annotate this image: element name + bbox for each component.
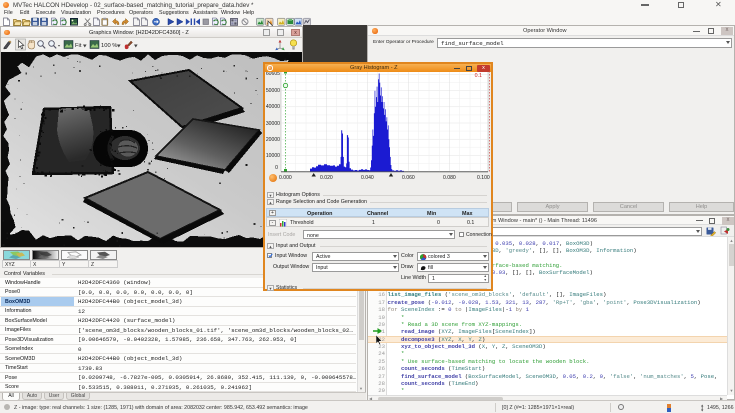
svg-text:Fit: Fit — [75, 43, 82, 49]
svg-text:100 %: 100 % — [101, 43, 117, 49]
